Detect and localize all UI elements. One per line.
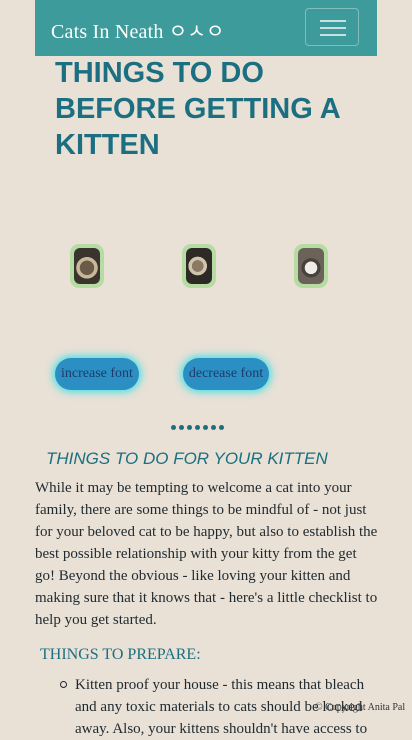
kitten-photo <box>74 248 100 284</box>
kitten-photo <box>298 248 324 284</box>
page-title: THINGS TO DO BEFORE GETTING A KITTEN <box>55 57 340 161</box>
carousel-dot[interactable] <box>211 425 216 430</box>
carousel-indicator-dots <box>171 425 224 433</box>
carousel-dot[interactable] <box>203 425 208 430</box>
kitten-image-thumb-1[interactable] <box>70 244 104 288</box>
section-subtitle: THINGS TO DO FOR YOUR KITTEN <box>46 449 328 468</box>
kitten-photo <box>186 248 212 284</box>
carousel-dot[interactable] <box>195 425 200 430</box>
carousel-dot[interactable] <box>187 425 192 430</box>
prepare-heading: THINGS TO PREPARE: <box>40 646 201 663</box>
brand-link[interactable]: Cats In Neath ㅇㅅㅇ <box>51 15 225 44</box>
decrease-font-button[interactable]: decrease font <box>183 358 269 390</box>
carousel-dot[interactable] <box>179 425 184 430</box>
menu-toggle-button[interactable] <box>305 8 359 46</box>
increase-font-button[interactable]: increase font <box>55 358 139 390</box>
carousel-dot[interactable] <box>219 425 224 430</box>
copyright-text: © Copyright Anita Pal <box>315 702 406 713</box>
kitten-image-thumb-2[interactable] <box>182 244 216 288</box>
carousel-dot[interactable] <box>171 425 176 430</box>
hamburger-menu-icon <box>320 20 346 22</box>
navbar: Cats In Neath ㅇㅅㅇ <box>35 0 377 56</box>
intro-paragraph: While it may be tempting to welcome a ca… <box>35 480 378 628</box>
kitten-image-thumb-3[interactable] <box>294 244 328 288</box>
